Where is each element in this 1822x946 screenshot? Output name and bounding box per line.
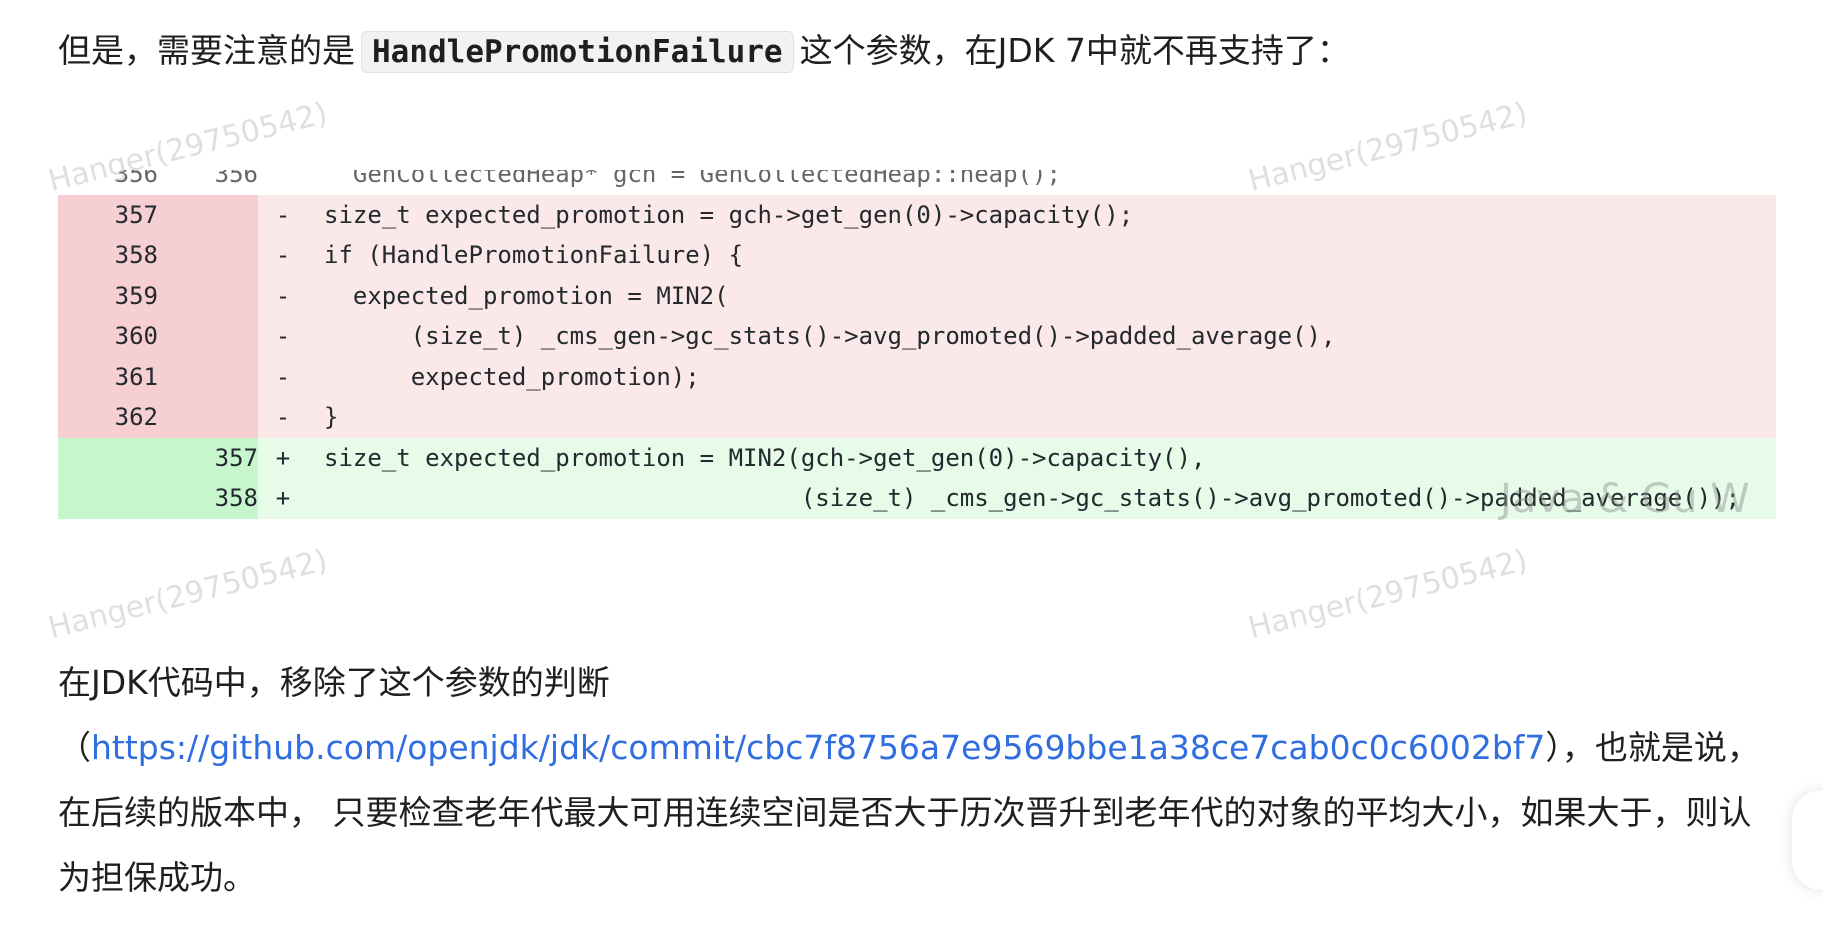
code-diff-block: 356 356 GenCollectedHeap* gch = GenCollec… xyxy=(58,170,1776,528)
inline-code-handlepromotionfailure: HandlePromotionFailure xyxy=(361,31,794,73)
diff-old-line-number xyxy=(58,478,158,519)
diff-old-line-number: 360 xyxy=(58,316,158,357)
diff-marker: - xyxy=(275,403,291,431)
diff-new-line-number xyxy=(158,397,258,438)
diff-marker: - xyxy=(275,241,291,269)
intro-text-before: 但是，需要注意的是 xyxy=(58,31,355,70)
diff-row-add: 357 + size_t expected_promotion = MIN2(gch… xyxy=(58,437,1776,478)
diff-old-line-number xyxy=(58,437,158,478)
watermark-java-gu: Java & Gu W xyxy=(1500,476,1750,522)
diff-code-line: size_t expected_promotion = gch->get_gen… xyxy=(324,200,1134,229)
diff-code-line: (size_t) _cms_gen->gc_stats()->avg_promo… xyxy=(324,322,1336,350)
diff-old-line-number: 359 xyxy=(58,275,158,316)
diff-marker: - xyxy=(275,362,291,391)
diff-row-del: 358 - if (HandlePromotionFailure) { xyxy=(58,235,1776,276)
diff-new-line-number xyxy=(158,194,258,235)
removal-note-paragraph: 在JDK代码中，移除了这个参数的判断（https://github.com/op… xyxy=(58,650,1764,910)
watermark-bottom-left: Hanger(29750542) xyxy=(45,542,331,646)
diff-code-line: GenCollectedHeap* gch = GenCollectedHeap… xyxy=(324,170,1061,188)
diff-new-line-number: 356 xyxy=(214,170,258,188)
diff-marker: - xyxy=(275,281,291,310)
diff-marker: - xyxy=(275,322,291,350)
diff-marker: + xyxy=(275,443,291,472)
watermark-bottom-right: Hanger(29750542) xyxy=(1245,542,1531,646)
diff-code-line: expected_promotion = MIN2( xyxy=(324,281,729,310)
diff-new-line-number: 358 xyxy=(158,478,258,519)
diff-new-line-number xyxy=(158,275,258,316)
diff-code-line: if (HandlePromotionFailure) { xyxy=(324,241,744,269)
diff-old-line-number: 361 xyxy=(58,356,158,397)
diff-row-del: 361 - expected_promotion); xyxy=(58,356,1776,397)
diff-code-line: size_t expected_promotion = MIN2(gch->ge… xyxy=(324,443,1206,472)
diff-row-del: 357 - size_t expected_promotion = gch->get… xyxy=(58,194,1776,235)
diff-old-line-number: 362 xyxy=(58,397,158,438)
diff-code-line: } xyxy=(324,403,339,431)
diff-marker: + xyxy=(275,484,291,512)
diff-marker: - xyxy=(275,200,291,229)
diff-new-line-number: 357 xyxy=(158,437,258,478)
diff-row-ctx: 356 356 GenCollectedHeap* gch = GenCollec… xyxy=(58,170,1776,195)
diff-new-line-number xyxy=(158,356,258,397)
diff-code-line: expected_promotion); xyxy=(324,362,700,391)
commit-link[interactable]: https://github.com/openjdk/jdk/commit/cb… xyxy=(91,728,1545,767)
diff-row-del: 359 - expected_promotion = MIN2( xyxy=(58,275,1776,316)
intro-paragraph: 但是，需要注意的是 HandlePromotionFailure 这个参数，在JDK… xyxy=(58,28,1764,75)
diff-old-line-number: 356 xyxy=(114,170,158,188)
intro-text-after: 这个参数，在JDK 7中就不再支持了： xyxy=(799,31,1350,70)
diff-row-del: 362 -} xyxy=(58,397,1776,438)
diff-old-line-number: 357 xyxy=(58,194,158,235)
diff-new-line-number xyxy=(158,316,258,357)
side-floating-button[interactable] xyxy=(1792,790,1822,890)
diff-new-line-number xyxy=(158,235,258,276)
diff-old-line-number: 358 xyxy=(58,235,158,276)
diff-row-del: 360 - (size_t) _cms_gen->gc_stats()->avg_… xyxy=(58,316,1776,357)
